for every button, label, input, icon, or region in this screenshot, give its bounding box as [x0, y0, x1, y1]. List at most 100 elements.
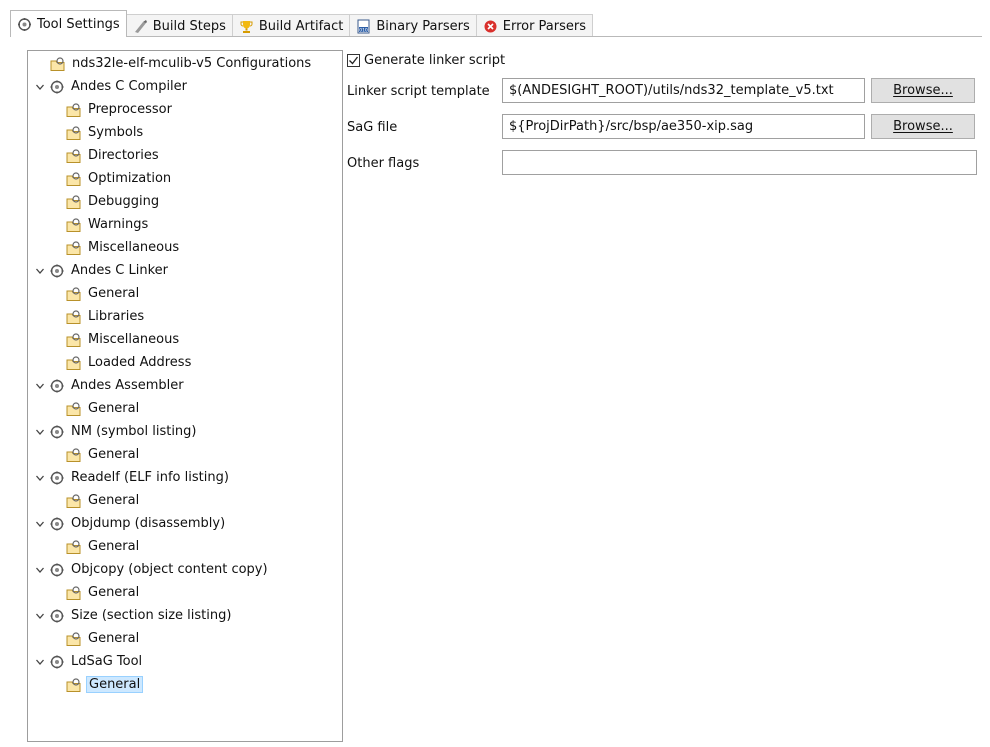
sag-file-row: SaG file ${ProjDirPath}/src/bsp/ae350-xi…: [347, 114, 977, 139]
sag-file-browse-button[interactable]: Browse...: [871, 114, 975, 139]
tree-group-nm[interactable]: NM (symbol listing): [28, 420, 342, 443]
linker-template-row: Linker script template $(ANDESIGHT_ROOT)…: [347, 78, 977, 103]
gear-icon: [49, 424, 65, 440]
chevron-down-icon[interactable]: [34, 380, 46, 392]
tool-option-icon: [66, 332, 82, 348]
gear-icon: [49, 79, 65, 95]
tree-item-general[interactable]: General: [28, 627, 342, 650]
chevron-down-icon[interactable]: [34, 610, 46, 622]
gear-icon: [49, 263, 65, 279]
svg-text:010: 010: [360, 27, 369, 33]
sag-file-input[interactable]: ${ProjDirPath}/src/bsp/ae350-xip.sag: [502, 114, 865, 139]
tool-option-icon: [66, 401, 82, 417]
tree-label: Andes C Linker: [71, 263, 168, 278]
tool-option-icon: [66, 102, 82, 118]
chevron-down-icon[interactable]: [34, 81, 46, 93]
tree-label: Debugging: [88, 194, 160, 209]
tool-option-icon: [66, 355, 82, 371]
binary-icon: 010: [356, 19, 371, 34]
build-steps-icon: [133, 19, 148, 34]
chevron-down-icon[interactable]: [34, 656, 46, 668]
chevron-down-icon[interactable]: [34, 265, 46, 277]
tool-option-icon: [66, 240, 82, 256]
tree-label: General: [88, 493, 140, 508]
tab-label: Build Artifact: [258, 18, 344, 34]
tool-option-icon: [50, 56, 66, 72]
tree-item-warnings[interactable]: Warnings: [28, 213, 342, 236]
error-icon: [483, 19, 498, 34]
tree-item-general-selected[interactable]: General: [28, 673, 342, 696]
tree-label: Warnings: [88, 217, 149, 232]
tree-item-directories[interactable]: Directories: [28, 144, 342, 167]
tree-label: Symbols: [88, 125, 144, 140]
tool-option-icon: [66, 309, 82, 325]
other-flags-input[interactable]: [502, 150, 977, 175]
tree-label: Miscellaneous: [88, 240, 180, 255]
tree-label: Miscellaneous: [88, 332, 180, 347]
tree-group-andes-c-compiler[interactable]: Andes C Compiler: [28, 75, 342, 98]
gear-icon: [49, 470, 65, 486]
tree-item-general[interactable]: General: [28, 489, 342, 512]
tree-item-general[interactable]: General: [28, 443, 342, 466]
tab-label: Binary Parsers: [376, 18, 470, 34]
tree-label: Loaded Address: [88, 355, 192, 370]
tree-label: Readelf (ELF info listing): [71, 470, 229, 485]
chevron-down-icon[interactable]: [34, 426, 46, 438]
tree-group-size[interactable]: Size (section size listing): [28, 604, 342, 627]
tree-group-andes-c-linker[interactable]: Andes C Linker: [28, 259, 342, 282]
tool-option-icon: [66, 493, 82, 509]
tree-group-readelf[interactable]: Readelf (ELF info listing): [28, 466, 342, 489]
tree-item-libraries[interactable]: Libraries: [28, 305, 342, 328]
tree-group-objcopy[interactable]: Objcopy (object content copy): [28, 558, 342, 581]
tree-item-loaded-address[interactable]: Loaded Address: [28, 351, 342, 374]
settings-tree[interactable]: nds32le-elf-mculib-v5 Configurations And…: [27, 50, 343, 742]
linker-template-input[interactable]: $(ANDESIGHT_ROOT)/utils/nds32_template_v…: [502, 78, 865, 103]
tool-option-icon: [66, 631, 82, 647]
linker-template-browse-button[interactable]: Browse...: [871, 78, 975, 103]
tree-group-andes-assembler[interactable]: Andes Assembler: [28, 374, 342, 397]
tree-label: Preprocessor: [88, 102, 172, 117]
tree-label: NM (symbol listing): [71, 424, 197, 439]
tab-label: Tool Settings: [37, 16, 120, 32]
tree-item-general[interactable]: General: [28, 535, 342, 558]
tool-option-icon: [66, 125, 82, 141]
tree-root-configurations[interactable]: nds32le-elf-mculib-v5 Configurations: [28, 52, 342, 75]
tree-label: General: [88, 447, 140, 462]
tree-label: Size (section size listing): [71, 608, 232, 623]
tree-label: General: [88, 401, 140, 416]
tree-item-miscellaneous[interactable]: Miscellaneous: [28, 328, 342, 351]
tool-option-icon: [66, 539, 82, 555]
tab-error-parsers[interactable]: Error Parsers: [475, 14, 594, 37]
tree-item-preprocessor[interactable]: Preprocessor: [28, 98, 342, 121]
other-flags-label: Other flags: [347, 155, 420, 171]
generate-linker-script-checkbox[interactable]: [347, 53, 360, 67]
ldsag-general-form: Generate linker script Linker script tem…: [347, 50, 977, 175]
tree-label: General: [88, 585, 140, 600]
trophy-icon: [239, 19, 254, 34]
tab-binary-parsers[interactable]: 010 Binary Parsers: [349, 14, 477, 37]
tab-build-artifact[interactable]: Build Artifact: [231, 14, 351, 37]
tree-item-optimization[interactable]: Optimization: [28, 167, 342, 190]
generate-linker-script-row[interactable]: Generate linker script: [347, 50, 977, 70]
tree-item-general[interactable]: General: [28, 581, 342, 604]
tree-item-general[interactable]: General: [28, 397, 342, 420]
chevron-down-icon[interactable]: [34, 472, 46, 484]
gear-icon: [49, 516, 65, 532]
tool-option-icon: [66, 194, 82, 210]
tree-label: General: [86, 676, 144, 693]
tab-tool-settings[interactable]: Tool Settings: [10, 10, 127, 37]
tool-option-icon: [66, 677, 82, 693]
chevron-down-icon[interactable]: [34, 564, 46, 576]
tree-group-objdump[interactable]: Objdump (disassembly): [28, 512, 342, 535]
tab-label: Build Steps: [152, 18, 226, 34]
gear-icon: [49, 608, 65, 624]
chevron-down-icon[interactable]: [34, 518, 46, 530]
tree-label: Optimization: [88, 171, 172, 186]
tab-build-steps[interactable]: Build Steps: [125, 14, 233, 37]
tree-item-miscellaneous[interactable]: Miscellaneous: [28, 236, 342, 259]
tree-item-debugging[interactable]: Debugging: [28, 190, 342, 213]
tree-label: Andes C Compiler: [71, 79, 188, 94]
tree-item-general[interactable]: General: [28, 282, 342, 305]
tree-item-symbols[interactable]: Symbols: [28, 121, 342, 144]
tree-group-ldsag-tool[interactable]: LdSaG Tool: [28, 650, 342, 673]
